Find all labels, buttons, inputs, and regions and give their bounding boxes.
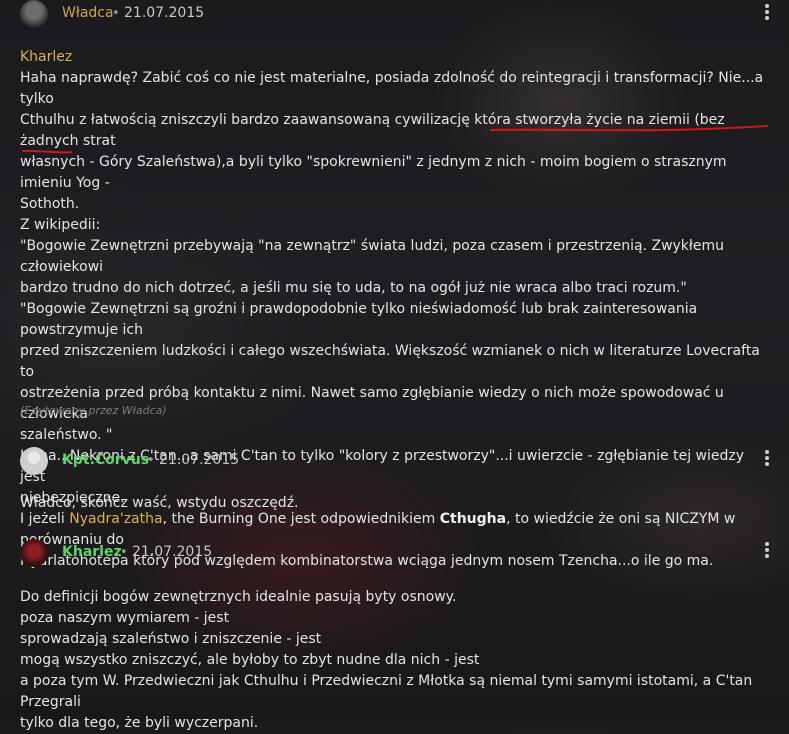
body-line: własnych - Góry Szaleństwa),a byli tylko… xyxy=(20,154,727,191)
body-line: "Bogowie Zewnętrzni są groźni i prawdopo… xyxy=(20,301,698,338)
body-line: Sothoth. xyxy=(20,196,80,212)
kebab-menu-icon[interactable] xyxy=(760,541,774,561)
body-line: przed zniszczeniem ludzkości i całego ws… xyxy=(20,343,760,380)
body-line: a poza tym W. Przedwieczni jak Cthulhu i… xyxy=(20,673,753,710)
comment-body: Do definicji bogów zewnętrznych idealnie… xyxy=(20,587,770,734)
body-line: Cthulhu z łatwością zniszczyli bardzo za… xyxy=(20,112,725,149)
quote-author[interactable]: Kharlez xyxy=(20,47,770,68)
body-line: szaleństwo. " xyxy=(20,427,113,443)
edited-note: (Edytowany przez Władca) xyxy=(20,404,167,417)
body-line: sprowadzają szaleństwo i zniszczenie - j… xyxy=(20,631,322,647)
body-line: tylko dla tego, że byli wyczerpani. xyxy=(20,715,259,731)
body-line: Do definicji bogów zewnętrznych idealnie… xyxy=(20,589,457,605)
body-line: Władco, skończ waść, wstydu oszczędź. xyxy=(20,495,299,511)
body-line: Z wikipedii: xyxy=(20,217,101,233)
comment-body: Władco, skończ waść, wstydu oszczędź. xyxy=(20,493,770,514)
comment-date: 21.07.2015 xyxy=(124,5,205,21)
author-name[interactable]: Kpt.Corvus xyxy=(62,452,149,468)
body-line: Haha naprawdę? Zabić coś co nie jest mat… xyxy=(20,70,764,107)
body-line: poza naszym wymiarem - jest xyxy=(20,610,230,626)
body-line: "Bogowie Zewnętrzni przebywają "na zewną… xyxy=(20,238,725,275)
comment-header: Kharlez • 21.07.2015 xyxy=(0,538,789,568)
comment-header: Kpt.Corvus • 21.07.2015 xyxy=(0,446,789,476)
comment-header: Władca • 21.07.2015 xyxy=(0,0,789,30)
avatar[interactable] xyxy=(20,0,48,28)
avatar[interactable] xyxy=(20,447,48,475)
separator-dot: • xyxy=(112,6,120,21)
author-name[interactable]: Władca xyxy=(62,5,114,21)
body-line: bardzo trudno do nich dotrzeć, a jeśli m… xyxy=(20,280,687,296)
avatar[interactable] xyxy=(20,539,48,567)
separator-dot: • xyxy=(120,545,128,560)
separator-dot: • xyxy=(147,453,155,468)
body-line: mogą wszystko zniszczyć, ale byłoby to z… xyxy=(20,652,480,668)
comment-date: 21.07.2015 xyxy=(159,452,240,468)
kebab-menu-icon[interactable] xyxy=(760,3,774,23)
author-name[interactable]: Kharlez xyxy=(62,544,122,560)
kebab-menu-icon[interactable] xyxy=(760,449,774,469)
comment-date: 21.07.2015 xyxy=(132,544,213,560)
